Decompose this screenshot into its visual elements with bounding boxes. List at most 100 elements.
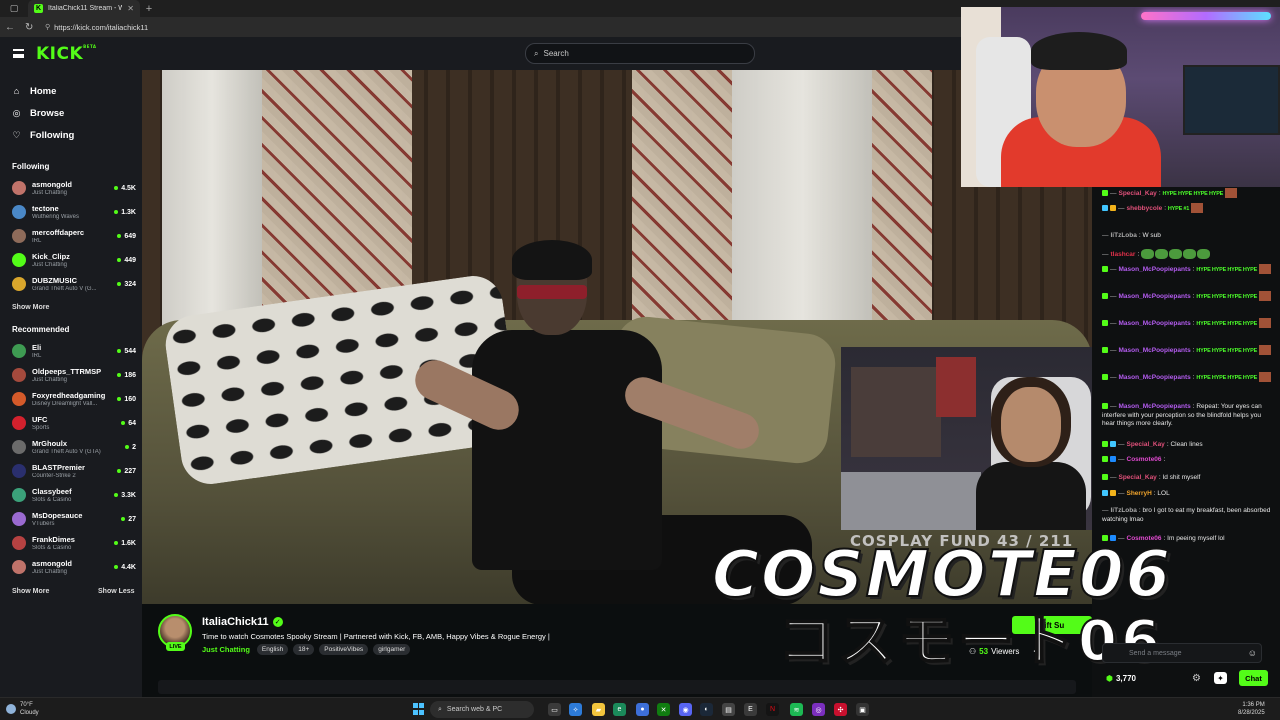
chat-username[interactable]: Mason_McPoopiepants [1119, 293, 1191, 300]
sidebar-channel[interactable]: DUBZMUSIC Grand Theft Auto V (G... 324 [12, 272, 136, 296]
chat-username[interactable]: SherryH [1127, 490, 1152, 497]
sidebar-channel[interactable]: BLASTPremier Counter-Strike 2 227 [12, 459, 136, 483]
viewer-count: ⚇ 53 Viewers [969, 647, 1019, 656]
chat-username[interactable]: IiTzLoba [1111, 232, 1137, 239]
chat-separator: — [1118, 490, 1125, 497]
channel-category: Disney Dreamlight Vall... [32, 401, 98, 407]
taskbar-clock[interactable]: 1:36 PM 8/28/2025 [1238, 701, 1265, 717]
chat-username[interactable]: Mason_McPoopiepants [1119, 347, 1191, 354]
chat-footer: ⬢ 3,770 ⚙ ✦ Chat [1092, 668, 1280, 690]
chat-username[interactable]: Mason_McPoopiepants [1119, 374, 1191, 381]
weather-widget[interactable]: 70°F Cloudy [6, 701, 39, 717]
gift-sub-button[interactable]: Gift Su [1012, 616, 1092, 634]
tag-chip[interactable]: 18+ [293, 644, 315, 655]
chat-separator: — [1102, 250, 1109, 258]
chat-badge-icon [1102, 456, 1108, 463]
chat-send-button[interactable]: Chat [1239, 670, 1268, 686]
window-menu-icon[interactable]: ▢ [0, 0, 28, 17]
nav-home[interactable]: ⌂ Home [12, 80, 74, 102]
sidebar-channel[interactable]: Kick_Clipz Just Chatting 449 [12, 248, 136, 272]
sidebar-channel[interactable]: MsDopesauce VTubers 27 [12, 507, 136, 531]
sidebar-channel[interactable]: MrGhoulx Grand Theft Auto V (GTA) 2 [12, 435, 136, 459]
chat-username[interactable]: IiTzLoba [1111, 507, 1137, 514]
weather-temp: 70°F [20, 702, 33, 708]
nav-following[interactable]: ♡ Following [12, 124, 74, 146]
epic-games-icon[interactable]: E [744, 703, 757, 716]
recommended-show-more-button[interactable]: Show More [12, 588, 49, 595]
chat-username[interactable]: Mason_McPoopiepants [1119, 266, 1191, 273]
taskbar-search-box[interactable]: ⌕ Search web & PC [430, 701, 534, 718]
channel-avatar-icon [12, 344, 26, 358]
nav-home-label: Home [30, 85, 57, 97]
channel-category: Slots & Casino [32, 545, 72, 551]
sidebar-channel[interactable]: Eli IRL 544 [12, 339, 136, 363]
tag-chip[interactable]: English [256, 644, 289, 655]
netflix-icon[interactable]: N [766, 703, 779, 716]
category-link[interactable]: Just Chatting [202, 645, 250, 654]
emoji-picker-icon[interactable]: ☺ [1248, 648, 1257, 658]
channel-avatar-icon [12, 229, 26, 243]
menu-hamburger-icon[interactable] [13, 49, 24, 58]
tag-chip[interactable]: girlgamer [373, 644, 411, 655]
sidebar-channel[interactable]: Foxyredheadgaming Disney Dreamlight Vall.… [12, 387, 136, 411]
chat-username[interactable]: Cosmote06 [1127, 535, 1162, 542]
search-input[interactable]: ⌕ Search [525, 43, 755, 64]
clock-date: 8/28/2025 [1238, 710, 1265, 716]
spotify-icon[interactable]: ≋ [790, 703, 803, 716]
following-show-more-button[interactable]: Show More [12, 304, 49, 311]
chat-username[interactable]: Mason_McPoopiepants [1119, 320, 1191, 327]
new-tab-icon[interactable]: + [140, 3, 158, 15]
channel-name[interactable]: ItaliaChick11 ✓ [202, 616, 283, 628]
chat-message-input[interactable]: Send a message ☺ [1102, 643, 1262, 663]
task-view-icon[interactable]: ▭ [548, 703, 561, 716]
chat-username[interactable]: Special_Kay [1127, 441, 1165, 448]
app-dark-icon[interactable]: ▣ [856, 703, 869, 716]
recommended-show-less-button[interactable]: Show Less [98, 588, 135, 595]
browser-tab[interactable]: K ItaliaChick11 Stream - Watc ✕ [28, 0, 140, 17]
kick-logo[interactable]: KICKBETA [36, 44, 96, 64]
chat-settings-gear-icon[interactable]: ⚙ [1192, 673, 1201, 684]
channel-avatar-icon [12, 205, 26, 219]
gift-icon[interactable]: ✦ [1214, 672, 1227, 684]
xbox-icon[interactable]: ✕ [657, 703, 670, 716]
channel-category: Just Chatting [32, 262, 68, 268]
chat-badge-icon [1110, 490, 1116, 497]
chrome-icon[interactable]: ● [636, 703, 649, 716]
sidebar-channel[interactable]: asmongold Just Chatting 4.4K [12, 555, 136, 579]
tag-chip[interactable]: PositiveVibes [319, 644, 369, 655]
chat-username[interactable]: tlashcar [1111, 251, 1136, 258]
discord-icon[interactable]: ◉ [679, 703, 692, 716]
chat-username[interactable]: Special_Kay [1119, 190, 1157, 197]
sidebar-channel[interactable]: tectone Wuthering Waves 1.3K [12, 200, 136, 224]
windows-start-icon[interactable] [413, 703, 425, 715]
chat-username[interactable]: Mason_McPoopiepants [1119, 403, 1191, 410]
sidebar-channel[interactable]: Oldpeeps_TTRMSP Just Chatting 186 [12, 363, 136, 387]
chat-text: LOL [1157, 490, 1170, 497]
share-icon[interactable]: ⋖ [1033, 646, 1041, 657]
file-explorer-icon[interactable]: ▰ [592, 703, 605, 716]
steam-icon[interactable]: ◐ [700, 703, 713, 716]
copilot-icon[interactable]: ✧ [569, 703, 582, 716]
sidebar-channel[interactable]: Classybeef Slots & Casino 3.3K [12, 483, 136, 507]
sidebar-channel[interactable]: mercoffdaperc IRL 649 [12, 224, 136, 248]
app-red-icon[interactable]: ✣ [834, 703, 847, 716]
obs-icon[interactable]: ◎ [812, 703, 825, 716]
sidebar-channel[interactable]: asmongold Just Chatting 4.5K [12, 176, 136, 200]
app-icon[interactable]: ▤ [722, 703, 735, 716]
back-arrow-icon[interactable]: ← [5, 22, 15, 33]
chat-message: — Special_Kay: HYPE HYPE HYPE HYPE [1102, 188, 1274, 198]
nav-browse[interactable]: ◎ Browse [12, 102, 74, 124]
sidebar-channel[interactable]: FrankDimes Slots & Casino 1.6K [12, 531, 136, 555]
sidebar-channel[interactable]: UFC Sports 64 [12, 411, 136, 435]
chat-username[interactable]: Special_Kay [1119, 474, 1157, 481]
edge-browser-icon[interactable]: e [613, 703, 626, 716]
channel-name: Kick_Clipz [32, 252, 70, 261]
video-person [408, 240, 812, 604]
close-tab-icon[interactable]: ✕ [127, 4, 134, 13]
channel-points[interactable]: ⬢ 3,770 [1106, 674, 1136, 683]
chat-username[interactable]: shebbycole [1127, 205, 1163, 212]
reload-icon[interactable]: ↻ [25, 22, 35, 33]
site-info-icon[interactable]: ⚲ [45, 23, 50, 31]
chat-username[interactable]: Cosmote06 [1127, 456, 1162, 463]
address-field[interactable]: ⚲ https://kick.com/italiachick11 [45, 23, 148, 32]
